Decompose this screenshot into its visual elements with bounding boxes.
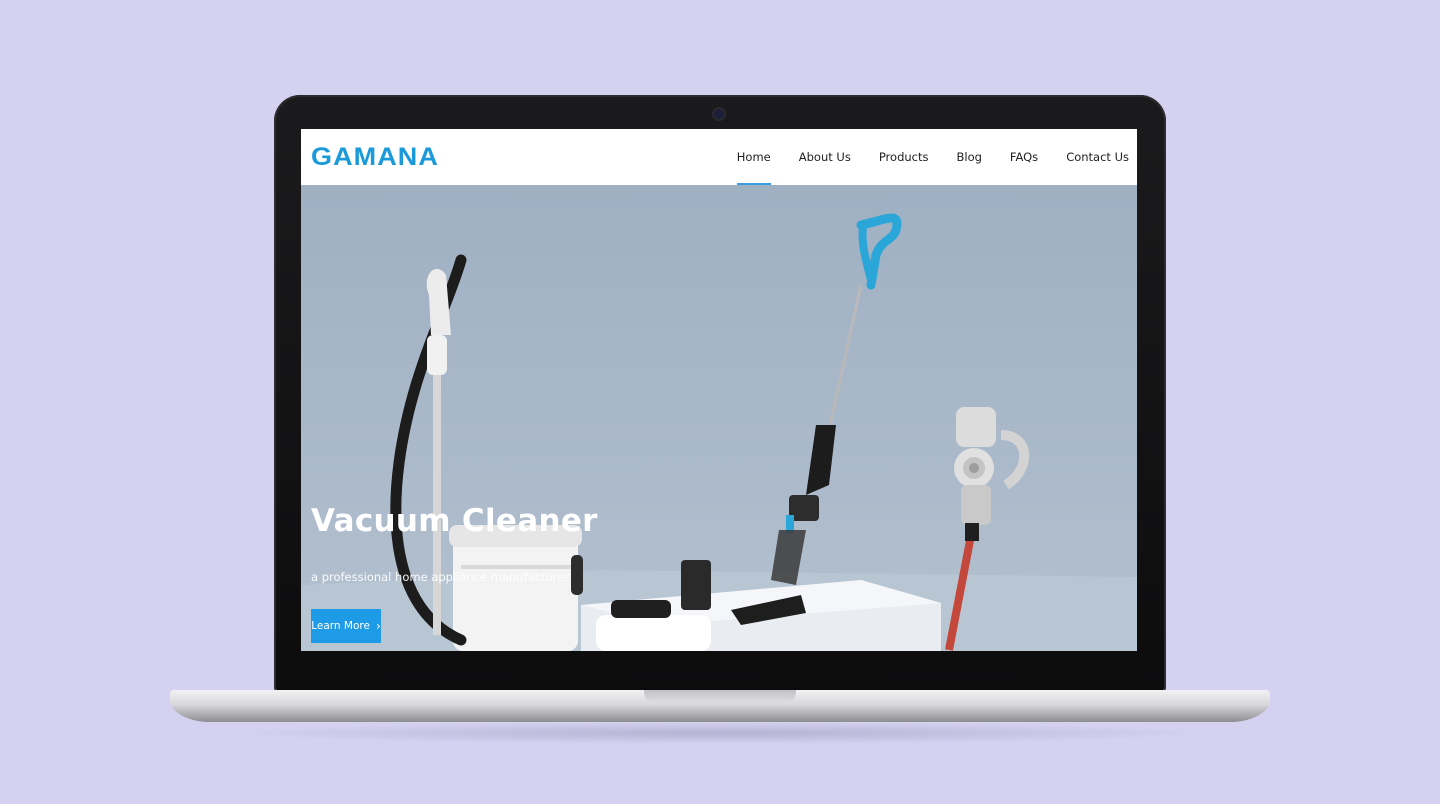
- hero-title: Vacuum Cleaner: [311, 503, 598, 539]
- laptop-notch: [644, 690, 796, 702]
- nav-item-contact-us[interactable]: Contact Us: [1066, 129, 1129, 185]
- laptop-base: [170, 690, 1270, 722]
- nav-item-about-us[interactable]: About Us: [799, 129, 851, 185]
- hero-banner: Vacuum Cleaner a professional home appli…: [301, 185, 1137, 651]
- nav-item-home[interactable]: Home: [736, 129, 771, 185]
- site-header: GAMANA Home About Us Products Blog FAQs …: [301, 129, 1137, 185]
- learn-more-label: Learn More: [311, 620, 370, 632]
- nav-item-blog[interactable]: Blog: [956, 129, 981, 185]
- brand-logo[interactable]: GAMANA: [311, 143, 439, 172]
- laptop-screen: GAMANA Home About Us Products Blog FAQs …: [301, 129, 1137, 651]
- camera-icon: [714, 109, 724, 119]
- laptop-shadow: [220, 722, 1220, 744]
- nav-item-products[interactable]: Products: [879, 129, 929, 185]
- hero-subtitle: a professional home appliance manufactur…: [311, 570, 570, 584]
- laptop-lid: GAMANA Home About Us Products Blog FAQs …: [274, 95, 1166, 693]
- nav-item-faqs[interactable]: FAQs: [1010, 129, 1038, 185]
- main-nav: Home About Us Products Blog FAQs Contact…: [709, 129, 1129, 185]
- learn-more-button[interactable]: Learn More ›: [311, 609, 381, 643]
- chevron-right-icon: ›: [375, 619, 381, 633]
